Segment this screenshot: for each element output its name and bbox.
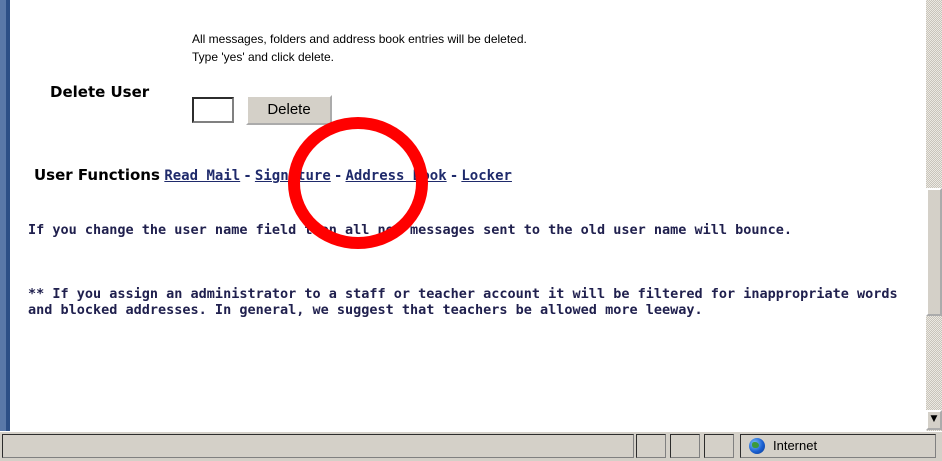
status-pane [704, 434, 734, 458]
username-change-note: If you change the user name field then a… [28, 222, 793, 238]
warning-line-2: Type 'yes' and click delete. [192, 50, 334, 64]
administrator-note: ** If you assign an administrator to a s… [28, 286, 898, 318]
delete-user-label: Delete User [50, 83, 150, 101]
user-functions-row: User Functions Read Mail - Signature - A… [34, 166, 512, 184]
warning-line-1: All messages, folders and address book e… [192, 32, 527, 46]
delete-warning: All messages, folders and address book e… [192, 30, 527, 66]
status-pane [670, 434, 700, 458]
status-pane [636, 434, 666, 458]
security-zone: Internet [740, 434, 936, 458]
separator: - [335, 168, 342, 184]
scrollbar-thumb[interactable] [926, 188, 942, 316]
zone-label: Internet [773, 438, 818, 453]
address-book-link[interactable]: Address Book [345, 168, 446, 184]
status-text-pane [2, 434, 634, 458]
status-bar: Internet [0, 431, 942, 461]
separator: - [451, 168, 457, 184]
read-mail-link[interactable]: Read Mail [164, 168, 240, 184]
separator: - [244, 168, 251, 184]
locker-link[interactable]: Locker [461, 168, 512, 184]
scroll-down-arrow-icon[interactable]: ▼ [926, 410, 942, 430]
signature-link[interactable]: Signature [255, 168, 331, 184]
delete-confirm-input[interactable] [192, 97, 234, 123]
left-accent-bar [0, 0, 10, 431]
page-content: All messages, folders and address book e… [0, 0, 926, 431]
user-functions-title: User Functions [34, 166, 160, 184]
vertical-scrollbar[interactable]: ▼ [926, 0, 942, 431]
delete-button[interactable]: Delete [246, 95, 332, 125]
globe-icon [749, 438, 765, 454]
